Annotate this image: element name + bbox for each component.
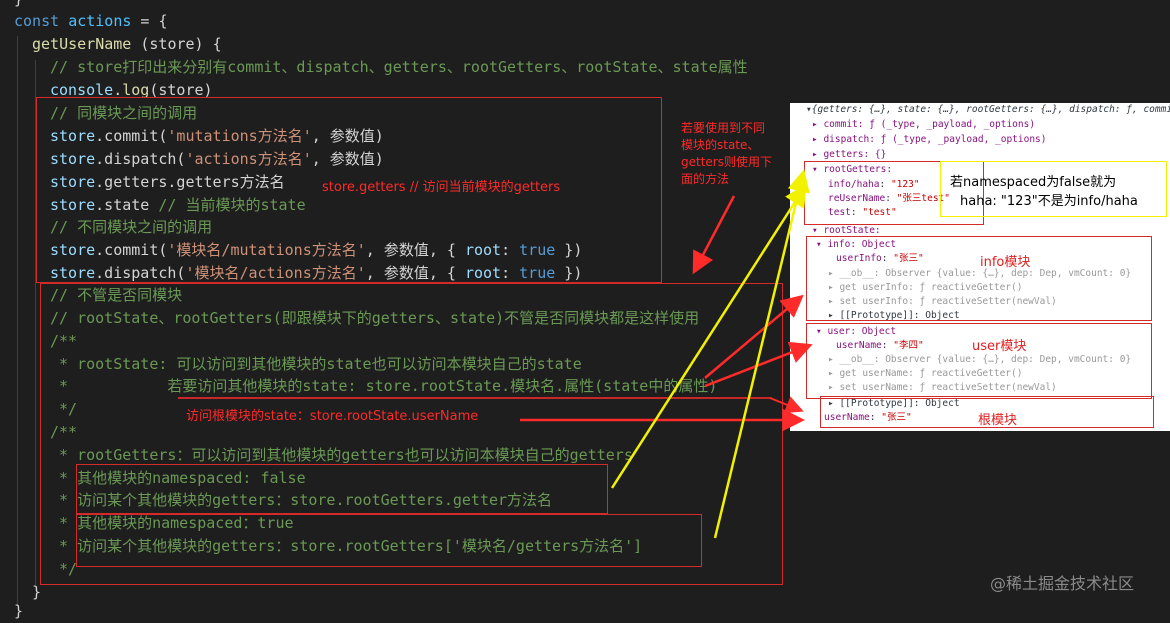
arrow-to-info [704, 294, 804, 379]
annotation-arrows [178, 169, 813, 539]
arrow-cross-module [692, 195, 736, 275]
arrow-ns-true [713, 169, 810, 539]
watermark: @稀土掘金技术社区 [990, 574, 1135, 593]
arrow-ns-false [610, 183, 807, 489]
arrow-to-root-module [769, 396, 804, 414]
